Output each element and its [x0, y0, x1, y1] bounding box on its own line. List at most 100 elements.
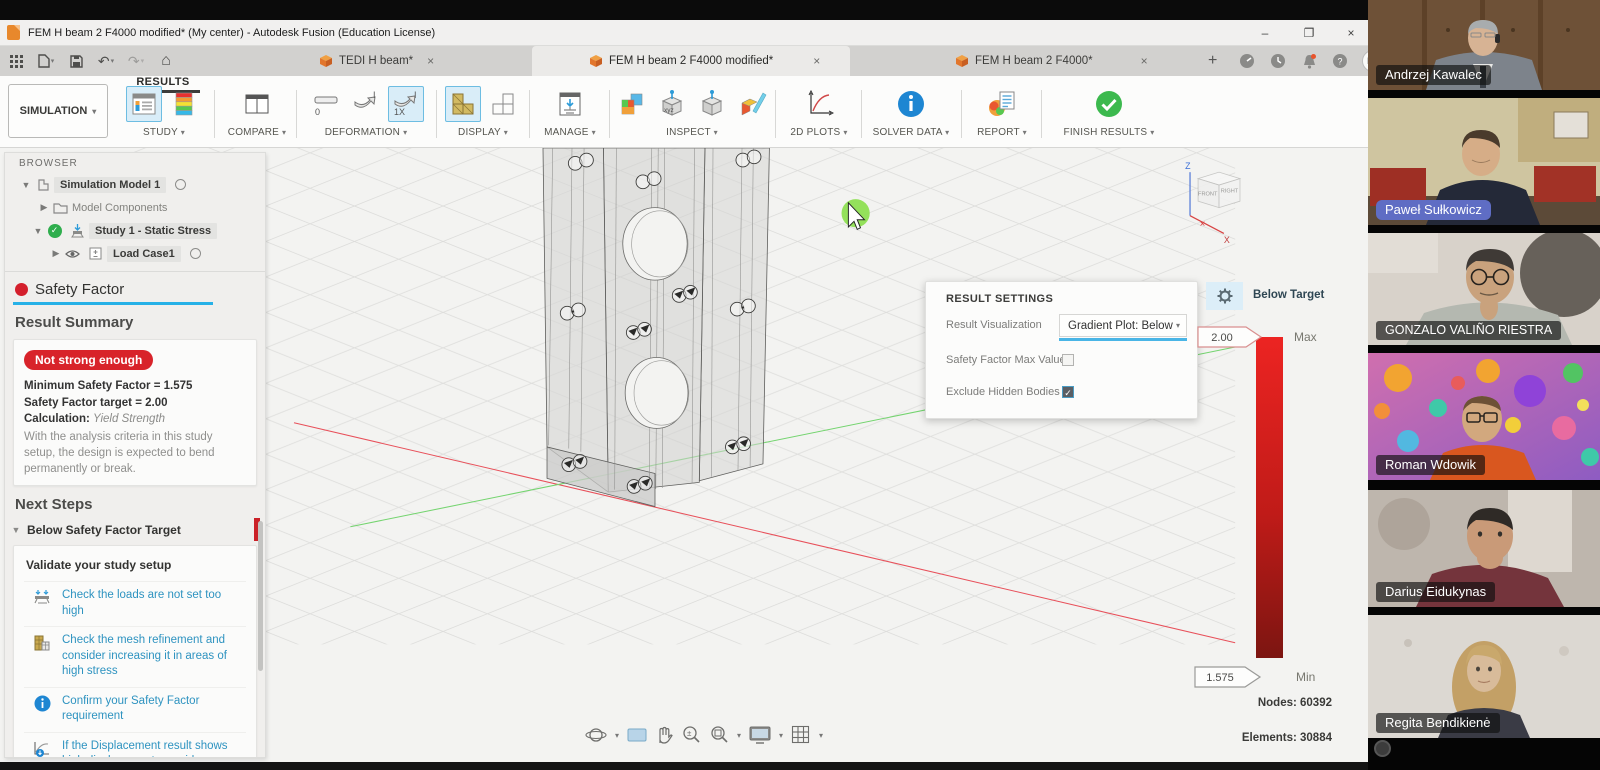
tree-item-model-components[interactable]: ▶ Model Components [5, 196, 265, 219]
tab-close-icon[interactable]: × [427, 54, 434, 68]
notifications-bell-icon[interactable] [1300, 52, 1318, 70]
participant-tile[interactable]: Regita Bendikienė [1368, 615, 1600, 738]
manage-icon[interactable] [552, 86, 588, 122]
undo-icon[interactable]: ↶▾ [96, 51, 116, 71]
save-icon[interactable] [66, 51, 86, 71]
participant-tile[interactable]: GONZALO VALIÑO RIESTRA [1368, 233, 1600, 345]
component-icon [35, 177, 50, 192]
display-bodies-icon[interactable] [485, 86, 521, 122]
radio-ring-icon[interactable] [175, 179, 186, 190]
caret-down-icon[interactable]: ▾ [819, 731, 823, 740]
legend-mode-label[interactable]: Below Target [1253, 289, 1324, 301]
workspace-selector[interactable]: SIMULATION▾ [8, 84, 108, 138]
tree-item-load-case1[interactable]: ▶ Load Case1 [5, 242, 265, 265]
display-settings-icon[interactable] [749, 726, 771, 744]
group-label: STUDY ▾ [143, 127, 185, 138]
study-details-icon[interactable] [126, 86, 162, 122]
study-legend-icon[interactable] [166, 86, 202, 122]
chevron-down-icon[interactable]: ▼ [21, 180, 31, 190]
solver-data-info-icon[interactable] [893, 86, 929, 122]
inspect-slice-plane-icon[interactable] [734, 86, 770, 122]
participant-tile[interactable]: Andrzej Kawalec [1368, 0, 1600, 90]
participant-name: Darius Eidukynas [1376, 582, 1495, 602]
restore-button[interactable]: ❐ [1292, 22, 1326, 44]
help-icon[interactable]: ? [1331, 52, 1349, 70]
inspect-results-icon[interactable] [614, 86, 650, 122]
home-icon[interactable]: ⌂ [156, 51, 176, 71]
new-tab-button[interactable]: + [1198, 46, 1227, 76]
group-label: FINISH RESULTS ▾ [1064, 127, 1155, 138]
app-grid-icon[interactable] [6, 51, 26, 71]
tree-item-simulation-model[interactable]: ▼ Simulation Model 1 [5, 173, 265, 196]
inspect-probe-icon[interactable] [694, 86, 730, 122]
exclude-hidden-checkbox[interactable]: ✓ [1062, 386, 1074, 398]
zoom-icon[interactable]: ± [681, 725, 701, 745]
minimize-button[interactable]: – [1248, 22, 1282, 44]
next-steps-heading: Next Steps [5, 486, 265, 515]
legend-max-marker[interactable]: 2.00 [1197, 326, 1265, 348]
fit-view-icon[interactable] [709, 725, 729, 745]
history-clock-icon[interactable] [1269, 52, 1287, 70]
result-status-dot [15, 283, 28, 296]
deformation-none-icon[interactable]: 0 [308, 86, 344, 122]
tab-close-icon[interactable]: × [1141, 54, 1148, 68]
legend-min-marker[interactable]: 1.575 [1194, 666, 1264, 688]
look-at-icon[interactable] [627, 727, 647, 743]
browser-header: BROWSER [5, 153, 265, 173]
exclude-hidden-label: Exclude Hidden Bodies [946, 386, 1060, 398]
summary-description: With the analysis criteria in this study… [24, 429, 246, 477]
deformation-scaled-icon[interactable]: 1XI [388, 86, 424, 122]
close-viewcube-icon[interactable]: × [1200, 219, 1206, 230]
display-mesh-icon[interactable] [445, 86, 481, 122]
report-icon[interactable] [984, 86, 1020, 122]
tab-fem-h-beam[interactable]: FEM H beam 2 F4000* × [928, 46, 1190, 76]
caret-down-icon[interactable]: ▾ [779, 731, 783, 740]
chevron-right-icon[interactable]: ▶ [51, 248, 61, 259]
calculation-line: Calculation: Yield Strength [24, 411, 246, 428]
group-label: MANAGE ▾ [544, 127, 596, 138]
grid-settings-icon[interactable] [791, 725, 811, 745]
tab-fem-h-beam-modified[interactable]: FEM H beam 2 F4000 modified* × [532, 46, 850, 76]
group-inspect: xyz INSPECT ▾ [613, 84, 771, 144]
next-step-item[interactable]: Check the mesh refinement and consider i… [24, 626, 246, 687]
panel-scrollbar[interactable] [258, 521, 263, 671]
visualization-label: Result Visualization [946, 319, 1042, 331]
participant-tile[interactable]: Roman Wdowik [1368, 353, 1600, 480]
meeting-app-logo-icon[interactable] [1374, 740, 1391, 757]
compare-icon[interactable] [239, 86, 275, 122]
orbit-icon[interactable] [585, 725, 607, 745]
caret-down-icon[interactable]: ▾ [737, 731, 741, 740]
visualization-dropdown[interactable]: Gradient Plot: Below ▾ [1059, 314, 1187, 341]
close-button[interactable]: × [1334, 22, 1368, 44]
browser-results-panel: BROWSER ▼ Simulation Model 1 ▶ Model Com… [4, 152, 266, 758]
group-deformation: 0 I 1XI DEFORMATION ▾ [300, 84, 432, 144]
max-value-checkbox[interactable] [1062, 354, 1074, 366]
2d-plots-icon[interactable] [801, 86, 837, 122]
deformation-actual-icon[interactable]: I [348, 86, 384, 122]
radio-ring-icon[interactable] [190, 248, 201, 259]
job-status-icon[interactable] [1238, 52, 1256, 70]
caret-down-icon[interactable]: ▾ [615, 731, 619, 740]
caret-down-icon: ▾ [1176, 321, 1180, 330]
next-step-item[interactable]: Confirm your Safety Factor requirement [24, 687, 246, 732]
legend-settings-button[interactable] [1206, 282, 1243, 310]
finish-results-check-icon[interactable] [1091, 86, 1127, 122]
next-step-item[interactable]: If the Displacement result shows high di… [24, 732, 246, 758]
below-target-group-row[interactable]: ▼ Below Safety Factor Target [5, 518, 265, 541]
h-beam-model[interactable] [543, 148, 769, 507]
chevron-down-icon[interactable]: ▼ [33, 226, 43, 236]
tree-item-study-1[interactable]: ▼ ✓ Study 1 - Static Stress [5, 219, 265, 242]
chevron-down-icon[interactable]: ▼ [5, 525, 27, 535]
participant-tile[interactable]: Paweł Sułkowicz [1368, 98, 1600, 225]
file-menu-icon[interactable]: ▾ [36, 51, 56, 71]
redo-icon[interactable]: ↷▾ [126, 51, 146, 71]
inspect-point-xyz-icon[interactable]: xyz [654, 86, 690, 122]
pan-hand-icon[interactable] [655, 726, 673, 744]
next-step-item[interactable]: Check the loads are not set too high [24, 581, 246, 626]
viewcube-front-label: FRONT [1198, 192, 1218, 198]
visibility-eye-icon[interactable] [65, 246, 80, 261]
participant-tile[interactable]: Darius Eidukynas [1368, 490, 1600, 607]
chevron-right-icon[interactable]: ▶ [39, 202, 49, 213]
tab-close-icon[interactable]: × [813, 54, 820, 68]
tab-tedi-h-beam[interactable]: TEDI H beam* × [310, 46, 525, 76]
